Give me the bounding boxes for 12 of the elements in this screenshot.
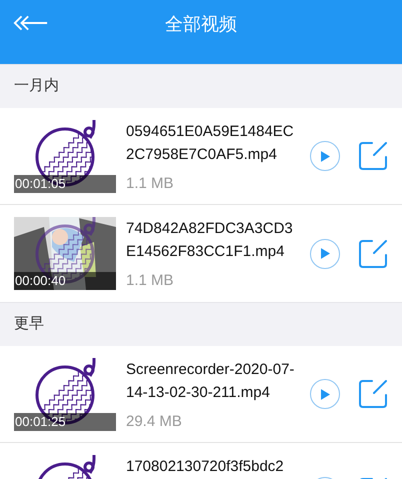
file-name: 170802130720f3f5bdc2	[126, 457, 285, 477]
file-name: 0594651E0A59E1484EC2C7958E7C0AF5.mp4	[126, 122, 295, 165]
duration-label: 00:00:40	[14, 272, 116, 290]
file-size: 29.4 MB	[126, 412, 183, 432]
section-heading: 更早	[14, 314, 44, 334]
file-name: 74D842A82FDC3A3CD3E14562F83CC1F1.mp4	[126, 219, 294, 262]
file-size: 1.1 MB	[126, 174, 175, 194]
file-size: 1.1 MB	[126, 271, 175, 291]
file-name: Screenrecorder-2020-07-14-13-02-30-211.mp4	[126, 360, 296, 403]
video-thumbnail[interactable]: 00:00:40	[14, 217, 116, 290]
screen-title: 全部视频	[165, 12, 237, 36]
section-heading: 一月内	[14, 76, 59, 96]
